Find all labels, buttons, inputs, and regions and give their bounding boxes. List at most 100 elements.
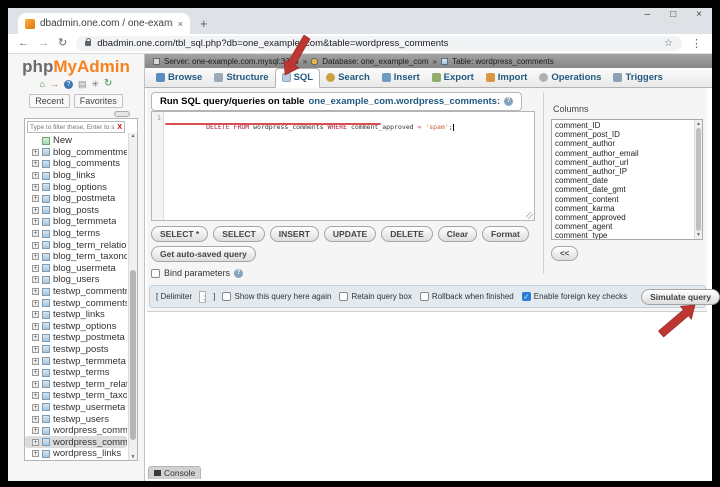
expand-icon[interactable] [32,380,39,388]
expand-icon[interactable] [32,253,39,261]
scroll-down-icon[interactable]: ▼ [129,454,137,460]
pma-tab[interactable]: Export [426,69,480,87]
column-option[interactable]: comment_date [552,176,693,185]
column-option[interactable]: comment_type [552,231,693,239]
new-tab-button[interactable]: + [200,16,208,31]
query-helper-button[interactable]: INSERT [269,226,319,242]
panel-collapse-handle[interactable] [114,111,130,117]
tree-item[interactable]: New [25,135,127,147]
column-option[interactable]: comment_author_url [552,158,693,167]
expand-icon[interactable] [32,206,39,214]
sidebar-quick-icon[interactable]: ✳ [92,79,100,89]
pma-tab[interactable]: Browse [150,69,208,87]
expand-icon[interactable] [32,148,39,156]
tree-item[interactable]: testwp_term_relationships [25,378,127,390]
scroll-up-icon[interactable]: ▲ [695,121,702,127]
tree-item[interactable]: testwp_comments [25,297,127,309]
columns-collapse-button[interactable]: << [551,246,579,261]
sql-editor[interactable]: 1 DELETE FROM wordpress_comments WHERE c… [151,111,535,221]
tree-item[interactable]: blog_usermeta [25,263,127,275]
checkbox[interactable]: ✓ [222,292,232,301]
back-icon[interactable]: ← [18,38,29,49]
tree-item[interactable]: wordpress_links [25,448,127,460]
tree-item[interactable]: blog_commentmeta [25,147,127,159]
pma-tab[interactable]: Operations [533,69,607,87]
delimiter-input[interactable]: ; [199,290,207,303]
tree-item[interactable]: blog_termmeta [25,216,127,228]
filter-clear-icon[interactable]: X [117,124,124,131]
expand-icon[interactable] [32,357,39,365]
expand-icon[interactable] [32,299,39,307]
breadcrumb-table[interactable]: Table: wordpress_comments [452,57,554,66]
column-option[interactable]: comment_author_email [552,149,693,158]
expand-icon[interactable] [32,438,39,446]
scroll-up-icon[interactable]: ▲ [129,133,137,139]
expand-icon[interactable] [32,172,39,180]
tree-item[interactable]: wordpress_comments [25,436,127,449]
browser-tab[interactable]: dbadmin.one.com / one-exampl × [18,13,190,34]
help-icon[interactable]: ? [234,268,244,278]
columns-scrollbar[interactable]: ▲ ▼ [694,120,702,239]
column-option[interactable]: comment_approved [552,213,693,222]
console-tab[interactable]: Console [148,466,202,479]
column-option[interactable]: comment_agent [552,222,693,231]
pma-tab[interactable]: Insert [376,69,426,87]
tree-item[interactable]: testwp_terms [25,367,127,379]
column-option[interactable]: comment_content [552,195,693,204]
expand-icon[interactable] [32,218,39,226]
tree-item[interactable]: blog_posts [25,205,127,217]
scroll-down-icon[interactable]: ▼ [695,232,702,238]
expand-icon[interactable] [32,345,39,353]
scrollbar-thumb[interactable] [696,128,701,231]
window-minimize-icon[interactable]: – [645,9,651,20]
favorites-button[interactable]: Favorites [73,94,123,108]
tree-scrollbar[interactable]: ▲ ▼ [128,133,137,460]
query-title-table[interactable]: one_example_com.wordpress_comments: [308,96,500,107]
expand-icon[interactable] [32,230,39,238]
sql-code[interactable]: DELETE FROM wordpress_comments WHERE com… [164,112,534,220]
pma-tab[interactable]: Import [480,69,534,87]
query-helper-button[interactable]: UPDATE [323,226,377,242]
window-maximize-icon[interactable]: □ [670,9,676,20]
column-option[interactable]: comment_post_ID [552,130,693,139]
pma-tab[interactable]: Search [320,69,376,87]
tree-item[interactable]: blog_options [25,181,127,193]
tree-item[interactable]: wordpress_commentmeta [25,425,127,437]
expand-icon[interactable] [32,322,39,330]
expand-icon[interactable] [32,241,39,249]
tree-item[interactable]: blog_term_relationships [25,239,127,251]
sidebar-quick-icon[interactable]: ↻ [104,79,112,89]
tree-item[interactable]: testwp_options [25,321,127,333]
browser-menu-icon[interactable]: ⋮ [691,37,702,50]
tab-close-icon[interactable]: × [178,19,183,29]
tree-item[interactable]: testwp_users [25,413,127,425]
tree-item[interactable]: testwp_links [25,309,127,321]
tree-item[interactable]: testwp_term_taxonomy [25,390,127,402]
tree-item[interactable]: testwp_postmeta [25,332,127,344]
reload-icon[interactable]: ↻ [58,38,67,49]
tree-item[interactable]: testwp_termmeta [25,355,127,367]
window-close-icon[interactable]: × [696,9,702,20]
expand-icon[interactable] [32,183,39,191]
column-option[interactable]: comment_karma [552,204,693,213]
query-helper-button[interactable]: SELECT [213,226,265,242]
expand-icon[interactable] [32,195,39,203]
tree-item[interactable]: blog_postmeta [25,193,127,205]
breadcrumb-database[interactable]: Database: one_example_com [322,57,428,66]
url-input[interactable]: dbadmin.one.com/tbl_sql.php?db=one_examp… [76,36,682,51]
column-option[interactable]: comment_author_IP [552,167,693,176]
expand-icon[interactable] [32,415,39,423]
checkbox[interactable]: ✓ [339,292,349,301]
bookmark-star-icon[interactable]: ☆ [664,38,673,49]
expand-icon[interactable] [32,288,39,296]
bind-parameters-checkbox[interactable]: ✓ [151,268,160,278]
query-helper-button[interactable]: SELECT * [151,226,209,242]
tree-item[interactable]: blog_term_taxonomy [25,251,127,263]
sidebar-quick-icon[interactable]: → [50,79,59,89]
checkbox[interactable]: ✓ [521,292,531,301]
expand-icon[interactable] [32,403,39,411]
pma-tab[interactable]: Structure [208,69,274,87]
forward-icon[interactable]: → [38,38,49,49]
expand-icon[interactable] [32,264,39,272]
expand-icon[interactable] [32,392,39,400]
